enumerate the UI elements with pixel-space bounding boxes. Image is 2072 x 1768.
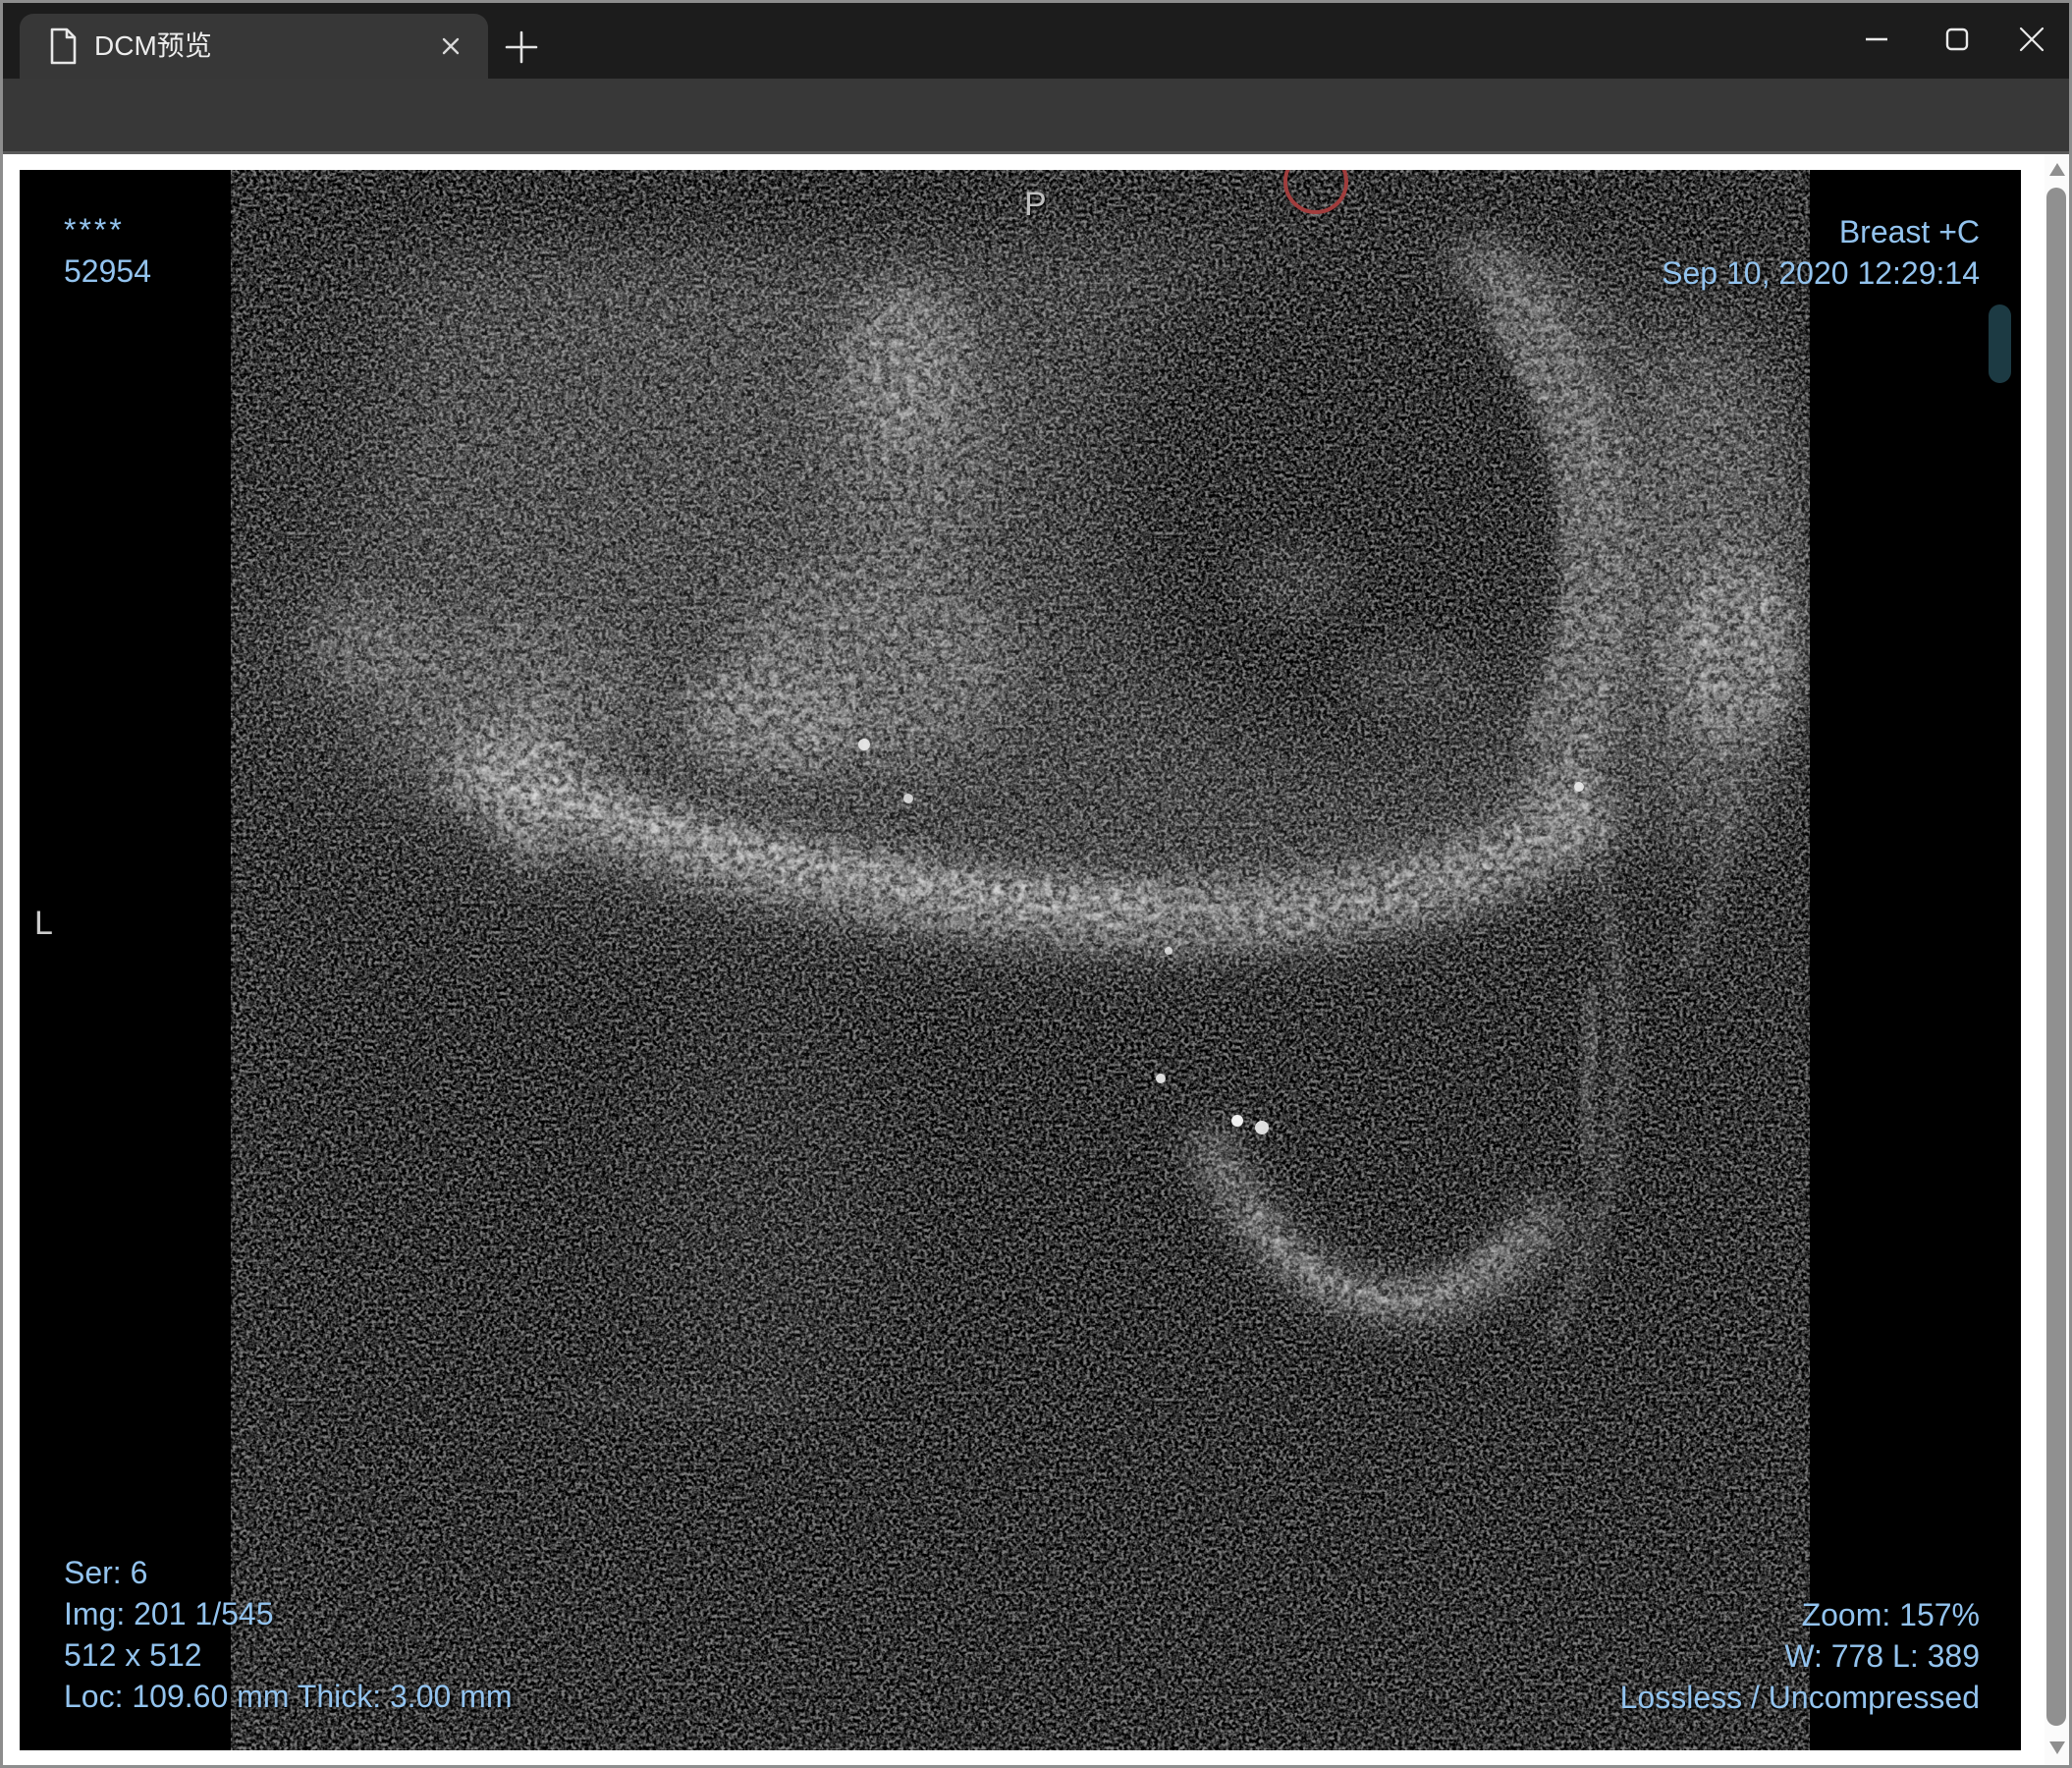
maximize-button[interactable] [1925, 0, 1990, 79]
slice-location: Loc: 109.60 mm Thick: 3.00 mm [64, 1679, 513, 1714]
scroll-up-icon[interactable] [2049, 163, 2065, 176]
overlay-series-info: Ser: 6 Img: 201 1/545 512 x 512 Loc: 109… [64, 1552, 512, 1717]
browser-tab[interactable]: DCM预览 [20, 14, 488, 79]
tab-title: DCM预览 [94, 30, 212, 61]
maximize-icon [1945, 28, 1969, 51]
window-level: W: 778 L: 389 [1784, 1638, 1980, 1674]
tab-close-icon[interactable] [436, 31, 465, 61]
series-scroll-indicator[interactable] [1989, 304, 2011, 383]
zoom-level: Zoom: 157% [1801, 1597, 1980, 1632]
page-scrollbar[interactable] [2045, 154, 2072, 1768]
study-label: Breast +C [1838, 214, 1980, 249]
browser-window: DCM预览 **** 52954 Breast +C Sep 10, 2020 … [0, 0, 2072, 1768]
new-tab-button[interactable] [501, 27, 542, 68]
dicom-viewer-canvas[interactable]: **** 52954 Breast +C Sep 10, 2020 12:29:… [20, 170, 2021, 1750]
compression-info: Lossless / Uncompressed [1619, 1680, 1980, 1715]
minimize-icon [1866, 37, 1887, 41]
browser-toolbar: https://file.kkview.cn/onlinePreview?url… [0, 79, 2072, 222]
image-index: Img: 201 1/545 [64, 1596, 274, 1631]
minimize-button[interactable] [1844, 0, 1909, 79]
patient-id-masked: **** [64, 212, 125, 248]
image-matrix: 512 x 512 [64, 1637, 202, 1673]
scroll-down-icon[interactable] [2049, 1741, 2065, 1754]
overlay-display-info: Zoom: 157% W: 778 L: 389 Lossless / Unco… [1620, 1594, 1980, 1718]
scrollbar-thumb[interactable] [2046, 188, 2066, 1726]
document-icon [50, 28, 77, 65]
tab-strip: DCM预览 [0, 0, 2072, 79]
overlay-patient-info: **** 52954 [64, 209, 151, 292]
study-datetime: Sep 10, 2020 12:29:14 [1662, 255, 1980, 291]
page-content: **** 52954 Breast +C Sep 10, 2020 12:29:… [0, 154, 2072, 1768]
window-close-icon [2019, 27, 2045, 52]
accession-number: 52954 [64, 253, 151, 289]
mri-image [20, 170, 2021, 1750]
orientation-marker-posterior: P [1024, 186, 1047, 223]
series-number: Ser: 6 [64, 1555, 148, 1590]
overlay-study-info: Breast +C Sep 10, 2020 12:29:14 [1662, 211, 1980, 294]
orientation-marker-left: L [34, 905, 53, 942]
window-close-button[interactable] [1999, 0, 2064, 79]
